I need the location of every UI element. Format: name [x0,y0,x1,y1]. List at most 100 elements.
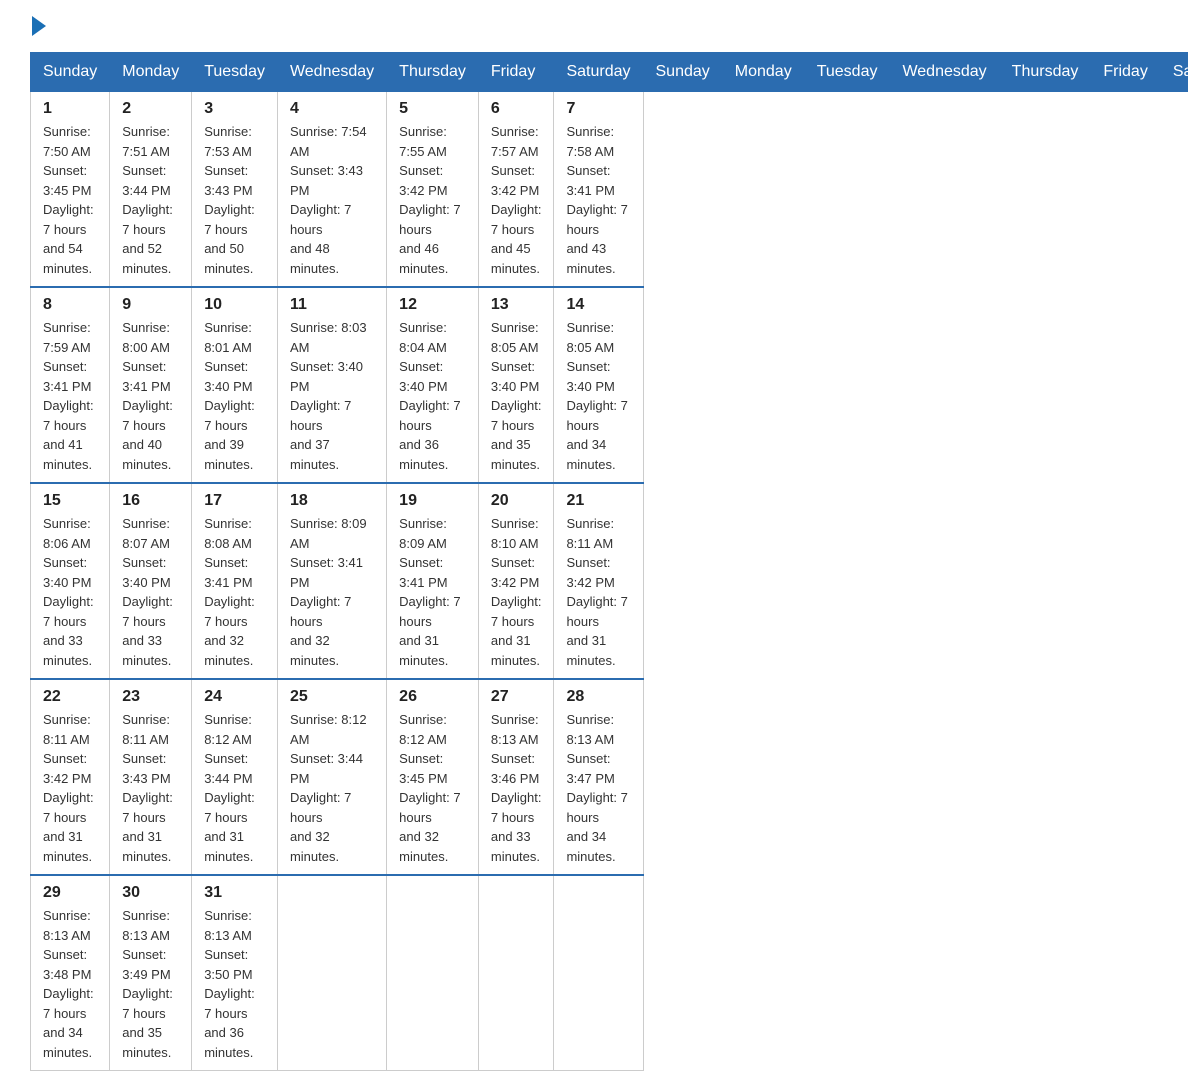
logo [30,20,46,32]
day-info: Sunrise: 8:13 AM Sunset: 3:46 PM Dayligh… [491,710,542,866]
column-header-tuesday: Tuesday [192,53,278,92]
column-header-sunday: Sunday [643,53,722,92]
calendar-cell: 30 Sunrise: 8:13 AM Sunset: 3:49 PM Dayl… [110,875,192,1071]
calendar-cell: 1 Sunrise: 7:50 AM Sunset: 3:45 PM Dayli… [31,92,110,288]
calendar-cell: 8 Sunrise: 7:59 AM Sunset: 3:41 PM Dayli… [31,287,110,483]
calendar-cell: 22 Sunrise: 8:11 AM Sunset: 3:42 PM Dayl… [31,679,110,875]
calendar-cell: 17 Sunrise: 8:08 AM Sunset: 3:41 PM Dayl… [192,483,278,679]
day-number: 9 [122,296,179,314]
day-info: Sunrise: 7:55 AM Sunset: 3:42 PM Dayligh… [399,122,466,278]
calendar-week-row: 22 Sunrise: 8:11 AM Sunset: 3:42 PM Dayl… [31,679,1188,875]
calendar-cell [478,875,554,1071]
calendar-cell: 29 Sunrise: 8:13 AM Sunset: 3:48 PM Dayl… [31,875,110,1071]
column-header-monday: Monday [110,53,192,92]
calendar-cell: 27 Sunrise: 8:13 AM Sunset: 3:46 PM Dayl… [478,679,554,875]
day-number: 27 [491,688,542,706]
calendar-table: SundayMondayTuesdayWednesdayThursdayFrid… [30,52,1188,1071]
day-number: 30 [122,884,179,902]
day-number: 12 [399,296,466,314]
day-number: 22 [43,688,97,706]
day-info: Sunrise: 8:10 AM Sunset: 3:42 PM Dayligh… [491,514,542,670]
day-number: 26 [399,688,466,706]
calendar-cell: 12 Sunrise: 8:04 AM Sunset: 3:40 PM Dayl… [387,287,479,483]
day-info: Sunrise: 8:11 AM Sunset: 3:42 PM Dayligh… [566,514,630,670]
calendar-cell: 2 Sunrise: 7:51 AM Sunset: 3:44 PM Dayli… [110,92,192,288]
day-number: 24 [204,688,265,706]
calendar-cell: 4 Sunrise: 7:54 AM Sunset: 3:43 PM Dayli… [277,92,386,288]
day-info: Sunrise: 8:11 AM Sunset: 3:43 PM Dayligh… [122,710,179,866]
day-number: 1 [43,100,97,118]
day-info: Sunrise: 8:12 AM Sunset: 3:44 PM Dayligh… [290,710,374,866]
column-header-thursday: Thursday [999,53,1091,92]
day-info: Sunrise: 8:07 AM Sunset: 3:40 PM Dayligh… [122,514,179,670]
day-info: Sunrise: 8:13 AM Sunset: 3:48 PM Dayligh… [43,906,97,1062]
logo-triangle-icon [32,16,46,36]
calendar-cell: 19 Sunrise: 8:09 AM Sunset: 3:41 PM Dayl… [387,483,479,679]
day-number: 18 [290,492,374,510]
day-info: Sunrise: 7:50 AM Sunset: 3:45 PM Dayligh… [43,122,97,278]
day-number: 25 [290,688,374,706]
calendar-cell: 3 Sunrise: 7:53 AM Sunset: 3:43 PM Dayli… [192,92,278,288]
calendar-cell: 5 Sunrise: 7:55 AM Sunset: 3:42 PM Dayli… [387,92,479,288]
day-info: Sunrise: 8:13 AM Sunset: 3:50 PM Dayligh… [204,906,265,1062]
day-number: 10 [204,296,265,314]
page-header [30,20,1158,32]
calendar-cell [554,875,643,1071]
calendar-cell [387,875,479,1071]
calendar-header-row: SundayMondayTuesdayWednesdayThursdayFrid… [31,53,1188,92]
day-info: Sunrise: 8:06 AM Sunset: 3:40 PM Dayligh… [43,514,97,670]
day-info: Sunrise: 8:11 AM Sunset: 3:42 PM Dayligh… [43,710,97,866]
calendar-week-row: 8 Sunrise: 7:59 AM Sunset: 3:41 PM Dayli… [31,287,1188,483]
day-number: 3 [204,100,265,118]
day-number: 17 [204,492,265,510]
calendar-cell: 9 Sunrise: 8:00 AM Sunset: 3:41 PM Dayli… [110,287,192,483]
day-info: Sunrise: 7:57 AM Sunset: 3:42 PM Dayligh… [491,122,542,278]
calendar-week-row: 1 Sunrise: 7:50 AM Sunset: 3:45 PM Dayli… [31,92,1188,288]
day-number: 4 [290,100,374,118]
column-header-saturday: Saturday [554,53,643,92]
day-info: Sunrise: 8:13 AM Sunset: 3:49 PM Dayligh… [122,906,179,1062]
column-header-tuesday: Tuesday [804,53,890,92]
day-number: 13 [491,296,542,314]
calendar-cell: 23 Sunrise: 8:11 AM Sunset: 3:43 PM Dayl… [110,679,192,875]
day-number: 14 [566,296,630,314]
calendar-cell: 26 Sunrise: 8:12 AM Sunset: 3:45 PM Dayl… [387,679,479,875]
day-info: Sunrise: 8:12 AM Sunset: 3:45 PM Dayligh… [399,710,466,866]
calendar-cell: 11 Sunrise: 8:03 AM Sunset: 3:40 PM Dayl… [277,287,386,483]
calendar-cell: 21 Sunrise: 8:11 AM Sunset: 3:42 PM Dayl… [554,483,643,679]
day-info: Sunrise: 8:13 AM Sunset: 3:47 PM Dayligh… [566,710,630,866]
day-number: 29 [43,884,97,902]
day-info: Sunrise: 7:51 AM Sunset: 3:44 PM Dayligh… [122,122,179,278]
column-header-friday: Friday [478,53,554,92]
calendar-cell: 14 Sunrise: 8:05 AM Sunset: 3:40 PM Dayl… [554,287,643,483]
day-number: 31 [204,884,265,902]
day-info: Sunrise: 8:01 AM Sunset: 3:40 PM Dayligh… [204,318,265,474]
calendar-cell: 24 Sunrise: 8:12 AM Sunset: 3:44 PM Dayl… [192,679,278,875]
day-info: Sunrise: 8:05 AM Sunset: 3:40 PM Dayligh… [566,318,630,474]
day-number: 8 [43,296,97,314]
column-header-saturday: Saturday [1160,53,1188,92]
day-number: 21 [566,492,630,510]
calendar-cell: 6 Sunrise: 7:57 AM Sunset: 3:42 PM Dayli… [478,92,554,288]
calendar-cell: 25 Sunrise: 8:12 AM Sunset: 3:44 PM Dayl… [277,679,386,875]
day-number: 28 [566,688,630,706]
day-info: Sunrise: 8:12 AM Sunset: 3:44 PM Dayligh… [204,710,265,866]
calendar-cell: 18 Sunrise: 8:09 AM Sunset: 3:41 PM Dayl… [277,483,386,679]
day-number: 23 [122,688,179,706]
day-info: Sunrise: 7:54 AM Sunset: 3:43 PM Dayligh… [290,122,374,278]
calendar-cell: 28 Sunrise: 8:13 AM Sunset: 3:47 PM Dayl… [554,679,643,875]
day-info: Sunrise: 7:58 AM Sunset: 3:41 PM Dayligh… [566,122,630,278]
calendar-cell [277,875,386,1071]
day-number: 7 [566,100,630,118]
day-info: Sunrise: 8:09 AM Sunset: 3:41 PM Dayligh… [290,514,374,670]
day-number: 15 [43,492,97,510]
column-header-wednesday: Wednesday [890,53,999,92]
day-info: Sunrise: 8:05 AM Sunset: 3:40 PM Dayligh… [491,318,542,474]
day-number: 11 [290,296,374,314]
day-number: 6 [491,100,542,118]
calendar-cell: 10 Sunrise: 8:01 AM Sunset: 3:40 PM Dayl… [192,287,278,483]
calendar-cell: 7 Sunrise: 7:58 AM Sunset: 3:41 PM Dayli… [554,92,643,288]
column-header-thursday: Thursday [387,53,479,92]
column-header-sunday: Sunday [31,53,110,92]
column-header-monday: Monday [722,53,804,92]
